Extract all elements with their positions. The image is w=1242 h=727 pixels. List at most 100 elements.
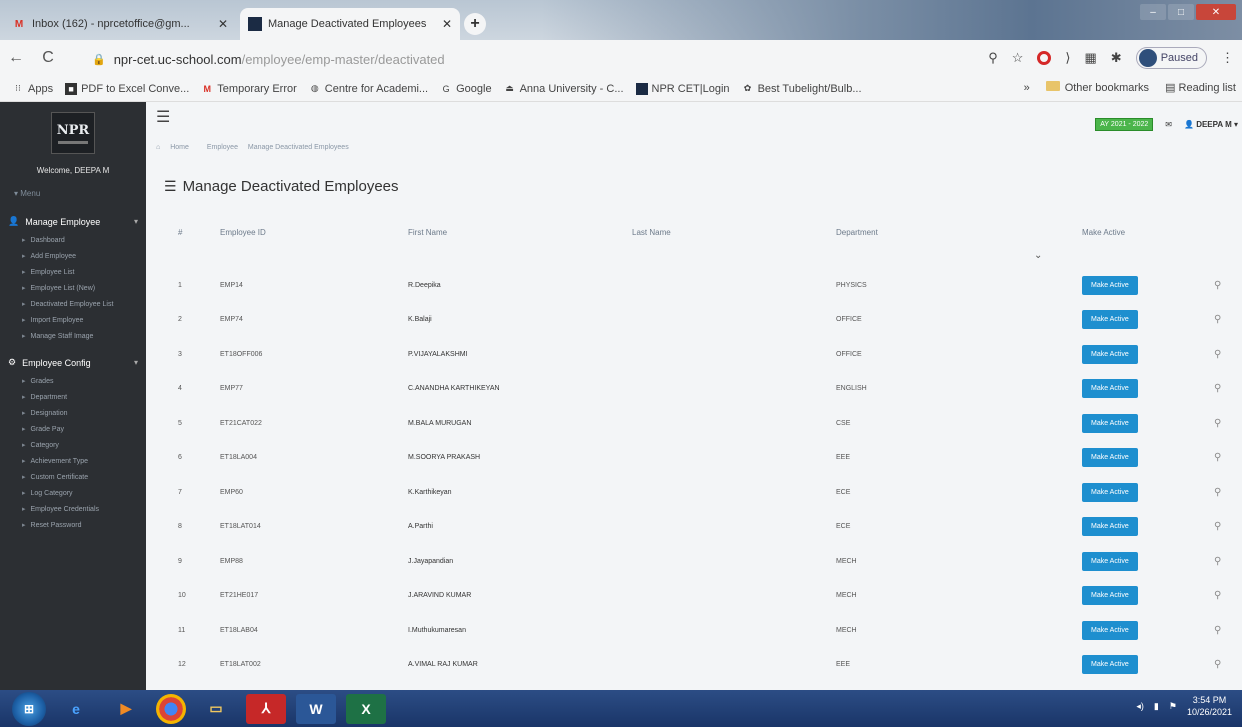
search-icon[interactable]: ⚲ (1214, 521, 1221, 532)
explorer-icon[interactable]: ▭ (196, 694, 236, 724)
sidebar-item-deactivated[interactable]: Deactivated Employee List (0, 297, 146, 313)
bookmark-npr-login[interactable]: NPR CET|Login (635, 82, 730, 95)
search-icon[interactable]: ⚲ (1214, 487, 1221, 498)
tab-title: Inbox (162) - nprcetoffice@gm... (32, 18, 190, 30)
search-icon[interactable]: ⚲ (1214, 556, 1221, 567)
other-bookmarks[interactable]: Other bookmarks (1045, 81, 1149, 94)
extension-icon[interactable]: ⟩ (1065, 50, 1070, 66)
close-icon[interactable]: ✕ (218, 17, 228, 31)
close-window-icon[interactable]: ✕ (1196, 4, 1236, 20)
search-icon[interactable]: ⚲ (988, 50, 998, 66)
col-employee-id[interactable]: Employee ID (204, 228, 408, 237)
search-icon[interactable]: ⚲ (1214, 314, 1221, 325)
bookmark-apps[interactable]: ⁝⁝ Apps (12, 83, 53, 95)
menu-icon[interactable]: ⋮ (1221, 50, 1234, 66)
close-icon[interactable]: ✕ (442, 17, 452, 31)
make-active-button[interactable]: Make Active (1082, 275, 1138, 295)
flag-icon[interactable]: ⚑ (1169, 701, 1177, 712)
network-icon[interactable]: ▮ (1154, 701, 1159, 712)
menu-employee-config[interactable]: ⚙ Employee Config ▾ (0, 357, 146, 368)
chrome-icon[interactable] (156, 693, 186, 724)
department-filter-dropdown[interactable]: ⌄ (1034, 250, 1042, 261)
opera-icon[interactable] (1037, 51, 1052, 65)
hamburger-icon[interactable]: ☰ (156, 107, 170, 127)
ie-icon[interactable]: e (56, 694, 96, 724)
minimize-icon[interactable]: – (1140, 4, 1166, 20)
search-icon[interactable]: ⚲ (1214, 590, 1221, 601)
sidebar-item-category[interactable]: Category (0, 438, 146, 454)
volume-icon[interactable]: ◂) (1136, 701, 1144, 712)
sidebar-item-import[interactable]: Import Employee (0, 313, 146, 329)
excel-icon[interactable]: X (346, 693, 386, 724)
search-icon[interactable]: ⚲ (1214, 383, 1221, 394)
tab-inbox[interactable]: M Inbox (162) - nprcetoffice@gm... ✕ (4, 8, 236, 40)
make-active-button[interactable]: Make Active (1082, 517, 1138, 537)
sidebar-item-employee-list-new[interactable]: Employee List (New) (0, 281, 146, 297)
sidebar-item-staff-image[interactable]: Manage Staff Image (0, 329, 146, 345)
breadcrumb-home[interactable]: ⌂ Home (156, 144, 197, 151)
search-icon[interactable]: ⚲ (1214, 280, 1221, 291)
make-active-button[interactable]: Make Active (1082, 344, 1138, 364)
col-last-name[interactable]: Last Name (632, 228, 836, 237)
pin-icon[interactable]: ✱ (1111, 50, 1122, 66)
search-icon[interactable]: ⚲ (1214, 659, 1221, 670)
word-icon[interactable]: W (296, 693, 336, 724)
sidebar-item-department[interactable]: Department (0, 390, 146, 406)
sidebar-item-employee-list[interactable]: Employee List (0, 265, 146, 281)
make-active-button[interactable]: Make Active (1082, 379, 1138, 399)
make-active-button[interactable]: Make Active (1082, 448, 1138, 468)
make-active-button[interactable]: Make Active (1082, 586, 1138, 606)
sidebar-item-log-category[interactable]: Log Category (0, 486, 146, 502)
menu-manage-employee[interactable]: 👤 Manage Employee ▾ (0, 216, 146, 227)
col-department[interactable]: Department (836, 228, 1082, 237)
bookmark-centre[interactable]: ◍ Centre for Academi... (309, 83, 428, 95)
bookmarks-more[interactable]: » (1024, 82, 1030, 94)
sidebar-search[interactable]: ▾ Menu (14, 189, 146, 198)
star-icon[interactable]: ☆ (1012, 50, 1024, 66)
start-button[interactable]: ⊞ (12, 691, 46, 726)
url-bar[interactable]: 🔒 npr-cet.uc-school.com /employee/emp-ma… (92, 48, 942, 70)
sidebar-item-reset-password[interactable]: Reset Password (0, 518, 146, 534)
search-icon[interactable]: ⚲ (1214, 625, 1221, 636)
col-first-name[interactable]: First Name (408, 228, 632, 237)
puzzle-icon[interactable]: ▦ (1084, 50, 1096, 66)
sidebar-item-dashboard[interactable]: Dashboard (0, 233, 146, 249)
make-active-button[interactable]: Make Active (1082, 310, 1138, 330)
sidebar-item-grade-pay[interactable]: Grade Pay (0, 422, 146, 438)
bookmark-google[interactable]: G Google (440, 83, 492, 95)
sidebar-item-credentials[interactable]: Employee Credentials (0, 502, 146, 518)
search-icon[interactable]: ⚲ (1214, 452, 1221, 463)
bookmark-tubelight[interactable]: ✿ Best Tubelight/Bulb... (742, 83, 862, 95)
sidebar-item-designation[interactable]: Designation (0, 406, 146, 422)
search-icon[interactable]: ⚲ (1214, 349, 1221, 360)
bookmark-temporary-error[interactable]: M Temporary Error (201, 83, 297, 95)
cell-employee-id: ET18LAT002 (220, 661, 261, 669)
bookmark-anna[interactable]: ⏏ Anna University - C... (504, 83, 623, 95)
make-active-button[interactable]: Make Active (1082, 620, 1138, 640)
profile-paused-button[interactable]: Paused (1135, 47, 1207, 69)
academic-year-badge[interactable]: AY 2021 - 2022 (1095, 118, 1154, 131)
media-player-icon[interactable]: ▶ (106, 694, 146, 724)
bookmark-pdf[interactable]: ■ PDF to Excel Conve... (65, 82, 189, 95)
tab-manage-deactivated[interactable]: Manage Deactivated Employees ✕ (240, 8, 460, 40)
user-menu[interactable]: 👤 DEEPA M ▾ (1184, 120, 1238, 129)
clock[interactable]: 3:54 PM 10/26/2021 (1187, 694, 1232, 718)
maximize-icon[interactable]: □ (1168, 4, 1194, 20)
back-icon[interactable]: ← (0, 49, 32, 67)
notification-icon[interactable]: ✉ (1165, 120, 1172, 129)
new-tab-button[interactable]: + (464, 13, 486, 35)
make-active-button[interactable]: Make Active (1082, 413, 1138, 433)
reload-icon[interactable]: C (32, 49, 64, 67)
search-icon[interactable]: ⚲ (1214, 418, 1221, 429)
breadcrumb-employee[interactable]: Employee (207, 144, 238, 151)
sidebar-item-certificate[interactable]: Custom Certificate (0, 470, 146, 486)
col-number[interactable]: # (164, 228, 204, 237)
make-active-button[interactable]: Make Active (1082, 551, 1138, 571)
make-active-button[interactable]: Make Active (1082, 655, 1138, 675)
reading-list[interactable]: ▤ Reading list (1165, 81, 1236, 94)
sidebar-item-add-employee[interactable]: Add Employee (0, 249, 146, 265)
make-active-button[interactable]: Make Active (1082, 482, 1138, 502)
pdf-reader-icon[interactable]: ⅄ (246, 693, 286, 724)
sidebar-item-grades[interactable]: Grades (0, 374, 146, 390)
sidebar-item-achievement[interactable]: Achievement Type (0, 454, 146, 470)
